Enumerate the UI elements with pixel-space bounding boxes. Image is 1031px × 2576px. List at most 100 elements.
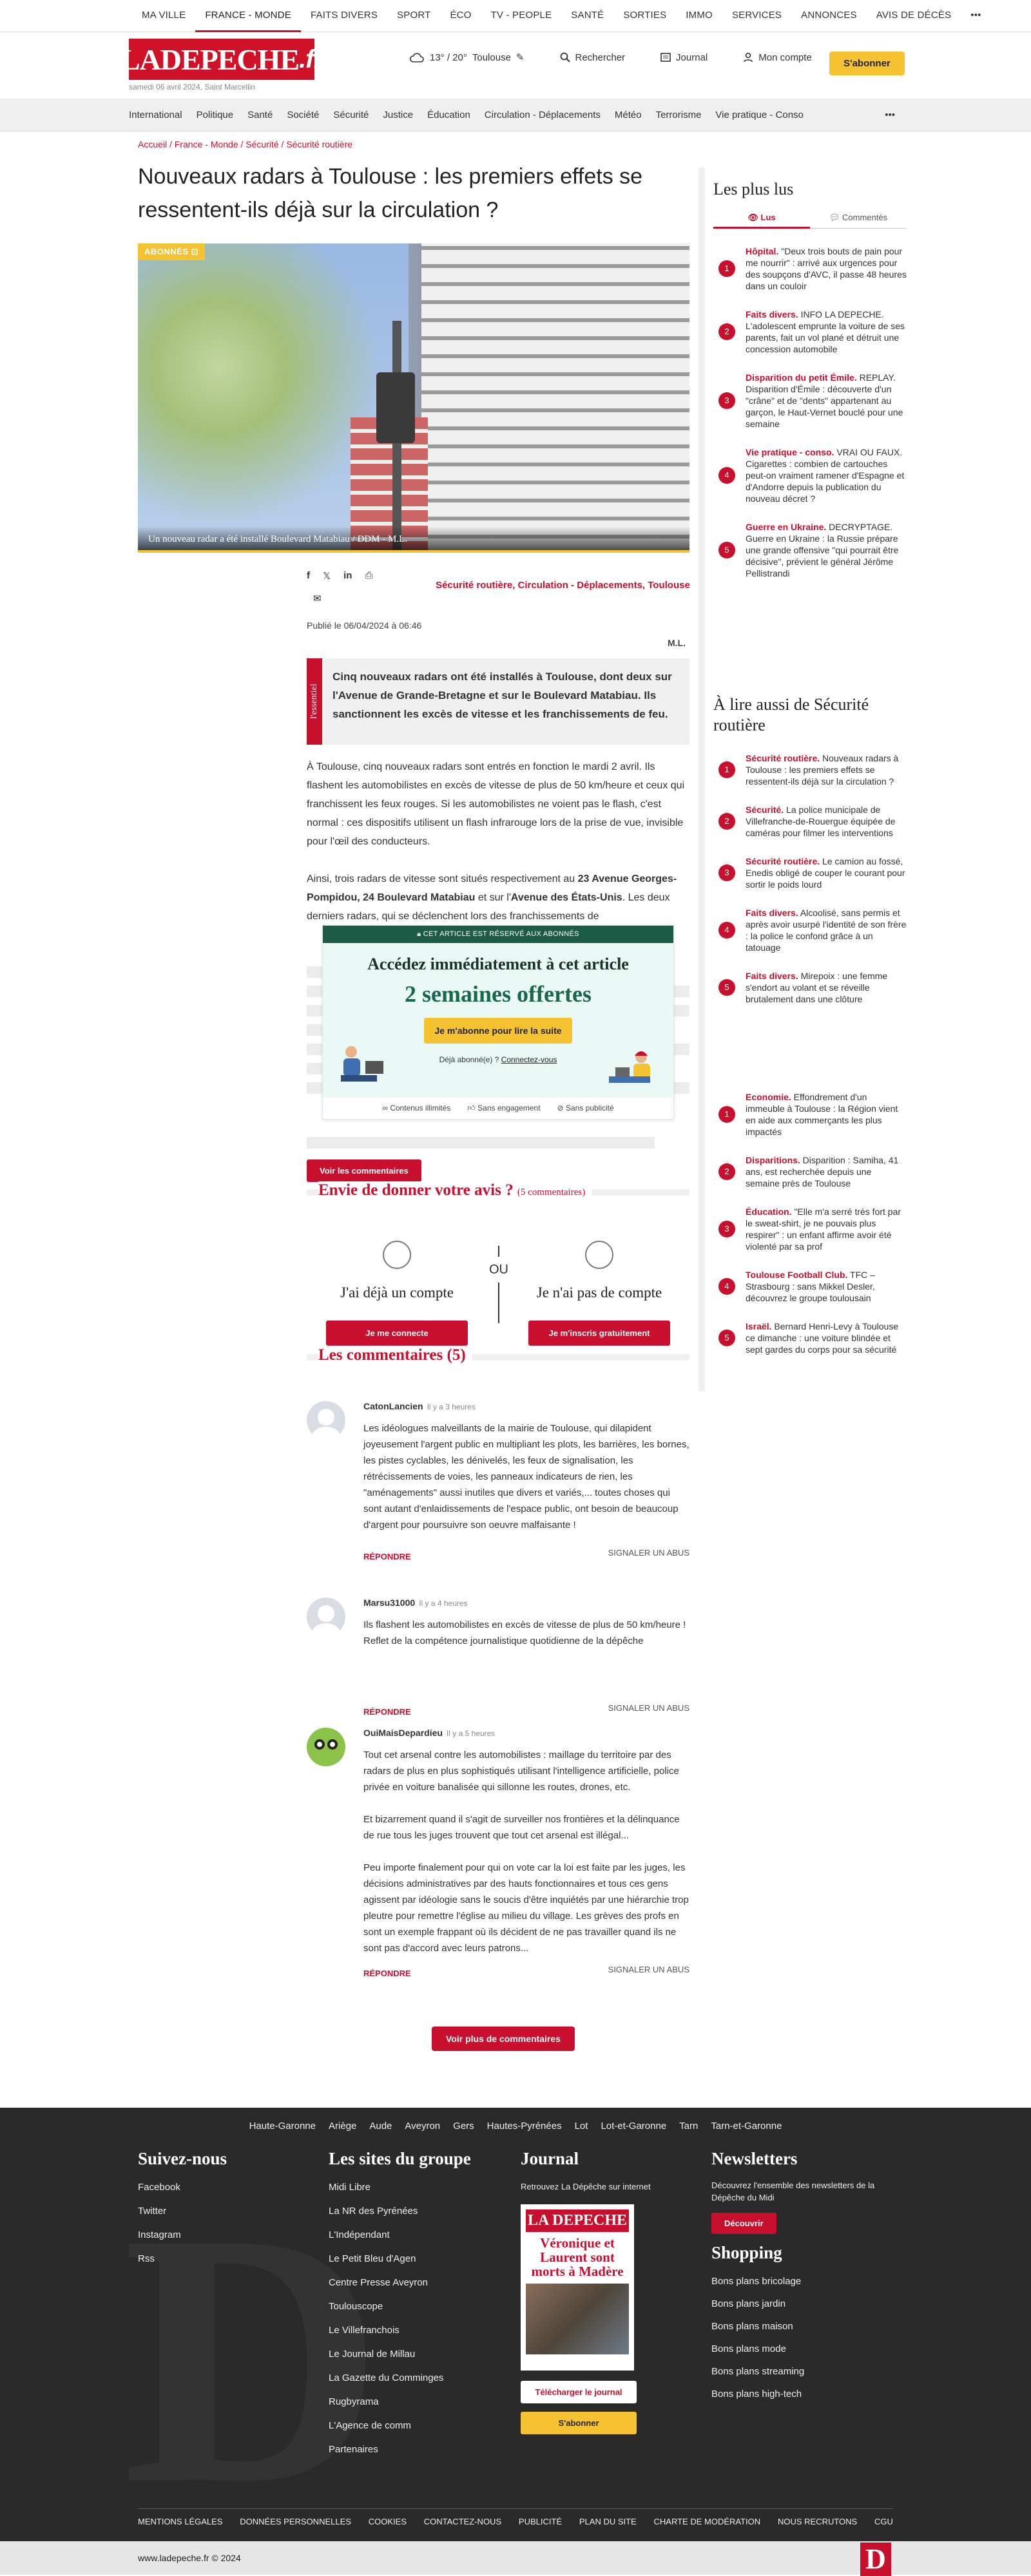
breadcrumb[interactable]: Accueil / France - Monde / Sécurité / Sé… xyxy=(138,139,352,149)
group-site-link[interactable]: Le Journal de Millau xyxy=(329,2349,471,2360)
group-site-link[interactable]: Rugbyrama xyxy=(329,2396,471,2407)
department-link[interactable]: Aude xyxy=(369,2121,392,2132)
category-item[interactable]: Vie pratique - Conso xyxy=(708,110,810,120)
legal-link[interactable]: CONTACTEZ-NOUS xyxy=(424,2517,501,2526)
category-item[interactable]: International xyxy=(129,110,189,120)
category-item[interactable]: Circulation - Déplacements xyxy=(477,110,608,120)
sidebar-article-link[interactable]: 4 Faits divers. Alcoolisé, sans permis et… xyxy=(713,907,907,953)
sidebar-article-link[interactable]: 5 Faits divers. Mirepoix : une femme s'en… xyxy=(713,970,907,1005)
report-abuse-button[interactable]: SIGNALER UN ABUS xyxy=(608,1965,689,1974)
topnav-item[interactable]: SERVICES xyxy=(722,0,791,32)
sidebar-article-link[interactable]: 5 Israël. Bernard Henri-Levy à Toulouse c… xyxy=(713,1321,907,1355)
sidebar-article-link[interactable]: 4 Toulouse Football Club. TFC – Strasbour… xyxy=(713,1269,907,1304)
weather-widget[interactable]: 13° / 20° Toulouse ✎ xyxy=(409,52,525,63)
sidebar-article-link[interactable]: 5 Guerre en Ukraine. DECRYPTAGE. Guerre e… xyxy=(713,521,907,579)
reply-button[interactable]: RÉPONDRE xyxy=(363,1707,411,1717)
group-site-link[interactable]: L'Indépendant xyxy=(329,2229,471,2240)
department-link[interactable]: Gers xyxy=(453,2121,474,2132)
report-abuse-button[interactable]: SIGNALER UN ABUS xyxy=(608,1548,689,1558)
social-link[interactable]: Rss xyxy=(138,2253,227,2264)
topnav-item[interactable]: SPORT xyxy=(387,0,440,32)
topnav-item[interactable]: ANNONCES xyxy=(791,0,867,32)
department-link[interactable]: Ariège xyxy=(329,2121,356,2132)
department-link[interactable]: Lot xyxy=(575,2121,588,2132)
sidebar-article-link[interactable]: 3 Disparition du petit Émile. REPLAY. Dis… xyxy=(713,372,907,430)
topnav-item[interactable]: TV - PEOPLE xyxy=(481,0,562,32)
legal-link[interactable]: MENTIONS LÉGALES xyxy=(138,2517,222,2526)
group-site-link[interactable]: L'Agence de comm xyxy=(329,2420,471,2431)
group-site-link[interactable]: La Gazette du Comminges xyxy=(329,2372,471,2383)
category-item[interactable]: Santé xyxy=(240,110,280,120)
sidebar-article-link[interactable]: 1 Sécurité routière. Nouveaux radars à To… xyxy=(713,752,907,787)
department-link[interactable]: Aveyron xyxy=(405,2121,440,2132)
reply-button[interactable]: RÉPONDRE xyxy=(363,1969,411,1978)
tab-most-read[interactable]: 👁︎ Lus xyxy=(713,213,810,229)
topnav-item[interactable]: FRANCE - MONDE xyxy=(195,0,301,32)
sidebar-article-link[interactable]: 2 Disparitions. Disparition : Samiha, 41 … xyxy=(713,1154,907,1189)
category-item[interactable]: Terrorisme xyxy=(649,110,709,120)
journal-cover[interactable]: LA DEPECHE Véronique et Laurent sont mor… xyxy=(521,2204,634,2371)
search-button[interactable]: Rechercher xyxy=(560,52,625,63)
category-item[interactable]: Météo xyxy=(608,110,649,120)
department-link[interactable]: Hautes-Pyrénées xyxy=(487,2121,562,2132)
department-link[interactable]: Lot-et-Garonne xyxy=(601,2121,666,2132)
login-button[interactable]: Je me connecte xyxy=(326,1321,468,1346)
more-comments-button[interactable]: Voir plus de commentaires xyxy=(432,2027,575,2051)
sidebar-article-link[interactable]: 2 Sécurité. La police municipale de Ville… xyxy=(713,804,907,839)
shopping-link[interactable]: Bons plans maison xyxy=(711,2321,892,2332)
linkedin-icon[interactable]: in xyxy=(343,570,352,582)
footer-subscribe-button[interactable]: S'abonner xyxy=(521,2412,637,2434)
site-logo[interactable]: LADEPECHE .fr xyxy=(120,39,323,80)
print-icon[interactable]: ⎙ xyxy=(365,570,372,582)
more-menu-icon[interactable]: ••• xyxy=(878,110,902,120)
more-menu-icon[interactable]: ••• xyxy=(961,0,990,32)
group-site-link[interactable]: Le Villefranchois xyxy=(329,2325,471,2336)
legal-link[interactable]: COOKIES xyxy=(369,2517,407,2526)
group-site-link[interactable]: Midi Libre xyxy=(329,2182,471,2193)
category-item[interactable]: Société xyxy=(280,110,326,120)
topnav-item[interactable]: AVIS DE DÉCÈS xyxy=(867,0,961,32)
category-item[interactable]: Sécurité xyxy=(326,110,376,120)
topnav-item[interactable]: SORTIES xyxy=(613,0,676,32)
reply-button[interactable]: RÉPONDRE xyxy=(363,1552,411,1561)
sidebar-article-link[interactable]: 1 Economie. Effondrement d'un immeuble à … xyxy=(713,1091,907,1138)
sidebar-article-link[interactable]: 1 Hôpital. "Deux trois bouts de pain pour… xyxy=(713,245,907,292)
department-link[interactable]: Haute-Garonne xyxy=(249,2121,316,2132)
download-journal-button[interactable]: Télécharger le journal xyxy=(521,2381,637,2403)
group-site-link[interactable]: Partenaires xyxy=(329,2444,471,2455)
signup-button[interactable]: Je m'inscris gratuitement xyxy=(528,1321,670,1346)
legal-link[interactable]: CHARTE DE MODÉRATION xyxy=(654,2517,761,2526)
department-link[interactable]: Tarn xyxy=(679,2121,698,2132)
group-site-link[interactable]: Le Petit Bleu d'Agen xyxy=(329,2253,471,2264)
topnav-item[interactable]: MA VILLE xyxy=(132,0,195,32)
legal-link[interactable]: DONNÉES PERSONNELLES xyxy=(240,2517,351,2526)
email-icon[interactable]: ✉ xyxy=(313,593,322,604)
view-comments-button[interactable]: Voir les commentaires xyxy=(307,1159,421,1182)
category-item[interactable]: Justice xyxy=(376,110,420,120)
category-item[interactable]: Politique xyxy=(189,110,241,120)
legal-link[interactable]: NOUS RECRUTONS xyxy=(778,2517,857,2526)
paywall-subscribe-button[interactable]: Je m'abonne pour lire la suite xyxy=(424,1018,572,1044)
tab-most-commented[interactable]: 💬︎ Commentés xyxy=(810,213,907,229)
pencil-icon[interactable]: ✎ xyxy=(516,52,525,63)
x-icon[interactable]: 𝕏 xyxy=(323,570,331,582)
legal-link[interactable]: PLAN DU SITE xyxy=(579,2517,637,2526)
shopping-link[interactable]: Bons plans streaming xyxy=(711,2366,892,2377)
shopping-link[interactable]: Bons plans mode xyxy=(711,2343,892,2354)
legal-link[interactable]: CGU xyxy=(874,2517,893,2526)
report-abuse-button[interactable]: SIGNALER UN ABUS xyxy=(608,1703,689,1713)
social-link[interactable]: Twitter xyxy=(138,2206,227,2217)
shopping-link[interactable]: Bons plans high-tech xyxy=(711,2389,892,2399)
facebook-icon[interactable]: f xyxy=(307,570,310,582)
group-site-link[interactable]: La NR des Pyrénées xyxy=(329,2206,471,2217)
topnav-item[interactable]: SANTÉ xyxy=(561,0,613,32)
sidebar-article-link[interactable]: 3 Sécurité routière. Le camion au fossé, … xyxy=(713,855,907,890)
category-item[interactable]: Éducation xyxy=(420,110,477,120)
legal-link[interactable]: PUBLICITÉ xyxy=(519,2517,562,2526)
topnav-item[interactable]: IMMO xyxy=(676,0,722,32)
topnav-item[interactable]: FAITS DIVERS xyxy=(301,0,387,32)
d-logo[interactable]: D xyxy=(860,2543,891,2576)
article-tags[interactable]: Sécurité routière, Circulation - Déplace… xyxy=(436,580,690,591)
account-button[interactable]: Mon compte xyxy=(743,52,812,63)
subscribe-button[interactable]: S'abonner xyxy=(829,52,905,75)
